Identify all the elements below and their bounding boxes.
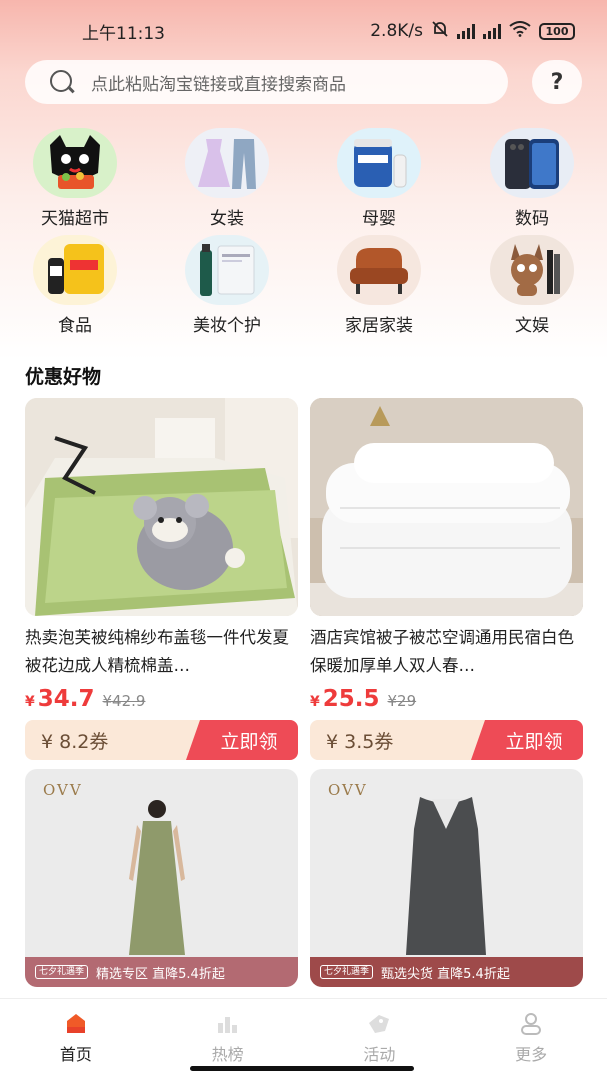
coupon-bar[interactable]: ¥ 3.5券 立即领	[310, 720, 583, 760]
chart-icon	[216, 1013, 240, 1035]
promo-logo: 七夕礼遇季	[35, 965, 89, 979]
category-label: 家居家装	[345, 316, 413, 336]
promo-text: 甄选尖货 直降5.4折起	[381, 966, 510, 982]
phone-icon	[490, 128, 574, 198]
nav-label: 首页	[59, 1045, 92, 1064]
category-digital[interactable]: 数码	[467, 128, 597, 229]
promo-banner[interactable]: OVV 七夕礼遇季 精选专区 直降5.4折起	[25, 769, 298, 987]
price-row: ¥34.7 ¥42.9	[25, 686, 298, 712]
original-price: ¥29	[387, 692, 417, 710]
promo-text: 精选专区 直降5.4折起	[96, 966, 225, 982]
nav-label: 热榜	[211, 1045, 244, 1064]
tag-icon	[367, 1013, 391, 1035]
product-card[interactable]: 酒店宾馆被子被芯空调通用民宿白色保暖加厚单人双人春… ¥25.5 ¥29 ¥ 3…	[310, 398, 583, 760]
tmall-cat-icon	[33, 128, 117, 198]
product-title[interactable]: 酒店宾馆被子被芯空调通用民宿白色保暖加厚单人双人春…	[310, 624, 583, 680]
claim-coupon-button[interactable]: 立即领	[471, 720, 583, 760]
product-image[interactable]	[25, 398, 298, 616]
status-indicators: 2.8K/s 100	[370, 20, 575, 43]
category-beauty[interactable]: 美妆个护	[162, 235, 292, 336]
wifi-icon	[509, 20, 531, 42]
snack-icon	[33, 235, 117, 305]
category-food[interactable]: 食品	[10, 235, 140, 336]
promo-banner[interactable]: OVV 七夕礼遇季 甄选尖货 直降5.4折起	[310, 769, 583, 987]
battery-icon: 100	[539, 22, 575, 40]
home-icon	[64, 1013, 88, 1035]
nav-label: 更多	[515, 1045, 548, 1064]
claim-coupon-button[interactable]: 立即领	[186, 720, 298, 760]
price-row: ¥25.5 ¥29	[310, 686, 583, 712]
home-indicator[interactable]	[190, 1066, 414, 1071]
nav-label: 活动	[363, 1045, 396, 1064]
category-label: 数码	[515, 209, 549, 229]
nav-home[interactable]: 首页	[0, 999, 152, 1080]
status-bar: 上午11:13 2.8K/s 100	[0, 0, 607, 62]
plush-toy-icon	[490, 235, 574, 305]
dress-icon	[185, 128, 269, 198]
promo-strip: 七夕礼遇季 精选专区 直降5.4折起	[25, 957, 298, 987]
current-price: ¥25.5	[310, 686, 380, 712]
category-mother-baby[interactable]: 母婴	[314, 128, 444, 229]
category-label: 美妆个护	[193, 316, 261, 336]
mute-bell-icon	[431, 20, 449, 43]
status-time: 上午11:13	[82, 23, 165, 44]
category-label: 食品	[58, 316, 92, 336]
current-price: ¥34.7	[25, 686, 95, 712]
user-icon	[519, 1013, 543, 1035]
help-button[interactable]: ?	[532, 60, 582, 104]
product-image[interactable]	[310, 398, 583, 616]
promo-logo: 七夕礼遇季	[320, 965, 374, 979]
search-icon	[49, 69, 75, 95]
original-price: ¥42.9	[102, 692, 146, 710]
milk-powder-icon	[337, 128, 421, 198]
category-label: 女装	[210, 209, 244, 229]
category-tmall-supermarket[interactable]: 天猫超市	[10, 128, 140, 229]
product-title[interactable]: 热卖泡芙被纯棉纱布盖毯一件代发夏被花边成人精梳棉盖…	[25, 624, 298, 680]
category-label: 母婴	[362, 209, 396, 229]
category-home[interactable]: 家居家装	[314, 235, 444, 336]
coupon-bar[interactable]: ¥ 8.2券 立即领	[25, 720, 298, 760]
category-womens-clothing[interactable]: 女装	[162, 128, 292, 229]
signal-icon	[457, 23, 475, 39]
product-card[interactable]: 热卖泡芙被纯棉纱布盖毯一件代发夏被花边成人精梳棉盖… ¥34.7 ¥42.9 ¥…	[25, 398, 298, 760]
section-title: 优惠好物	[25, 366, 102, 388]
category-label: 天猫超市	[41, 209, 109, 229]
category-entertainment[interactable]: 文娱	[467, 235, 597, 336]
armchair-icon	[337, 235, 421, 305]
coupon-value: ¥ 8.2券	[41, 730, 109, 753]
coupon-value: ¥ 3.5券	[326, 730, 394, 753]
promo-strip: 七夕礼遇季 甄选尖货 直降5.4折起	[310, 957, 583, 987]
search-bar[interactable]: 点此粘贴淘宝链接或直接搜索商品	[25, 60, 508, 104]
cosmetics-icon	[185, 235, 269, 305]
nav-more[interactable]: 更多	[455, 999, 607, 1080]
network-speed: 2.8K/s	[370, 21, 423, 41]
category-label: 文娱	[515, 316, 549, 336]
signal-icon	[483, 23, 501, 39]
search-input[interactable]: 点此粘贴淘宝链接或直接搜索商品	[91, 70, 346, 95]
